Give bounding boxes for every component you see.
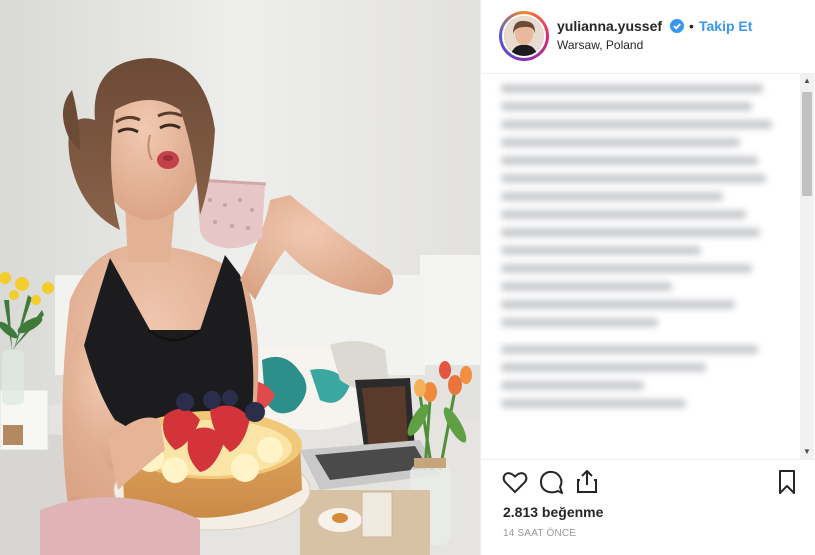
scroll-down-arrow-icon[interactable]: ▼ [800,445,814,459]
like-count[interactable]: 2.813 beğenme [503,504,603,520]
photo-illustration [0,0,480,555]
separator-dot: • [689,18,694,34]
comment-icon[interactable] [537,468,565,496]
instagram-post: yulianna.yussef • Takip Et Warsaw, Polan… [0,0,815,555]
location-link[interactable]: Warsaw, Poland [557,38,643,52]
avatar[interactable] [502,14,546,58]
caption-comments-area[interactable]: ▲ ▼ [481,74,815,459]
bookmark-icon[interactable] [773,468,801,496]
heart-icon[interactable] [501,468,529,496]
follow-button[interactable]: Takip Et [699,18,752,34]
verified-badge-icon [670,19,684,33]
post-header: yulianna.yussef • Takip Et Warsaw, Polan… [481,0,815,74]
username-link[interactable]: yulianna.yussef [557,18,662,34]
avatar-story-ring[interactable] [499,11,549,61]
post-timestamp[interactable]: 14 SAAT ÖNCE [503,528,576,539]
post-sidebar: yulianna.yussef • Takip Et Warsaw, Polan… [480,0,815,555]
scrollbar-thumb[interactable] [802,92,812,196]
post-photo[interactable] [0,0,480,555]
blurred-caption-text [501,84,786,417]
share-icon[interactable] [573,468,601,496]
scroll-up-arrow-icon[interactable]: ▲ [800,74,814,88]
avatar-image [504,16,544,56]
scrollbar[interactable]: ▲ ▼ [800,74,814,459]
post-actions: 2.813 beğenme 14 SAAT ÖNCE [481,459,815,555]
